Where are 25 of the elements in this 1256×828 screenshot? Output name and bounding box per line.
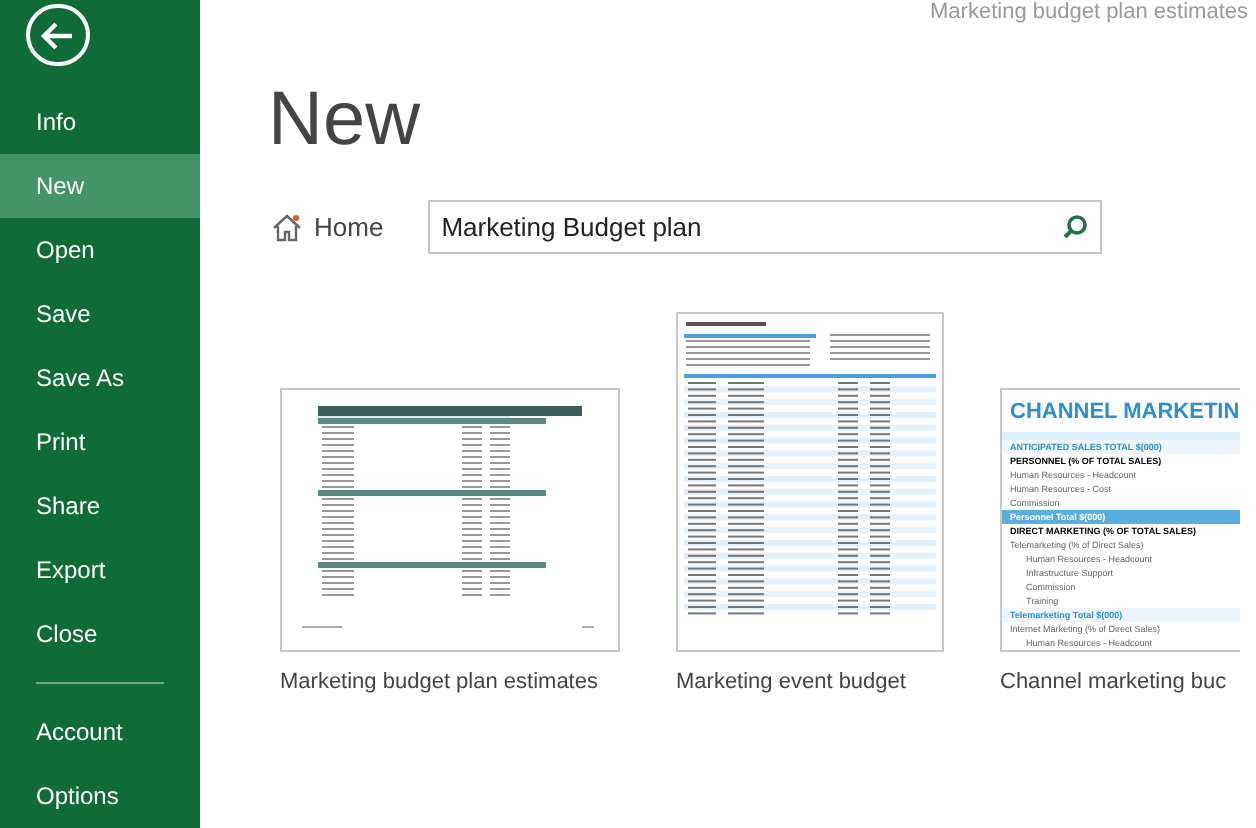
search-input[interactable]: Marketing Budget plan	[441, 207, 1062, 247]
sidebar-item[interactable]: Info	[0, 90, 200, 155]
search-icon[interactable]	[1061, 214, 1088, 240]
home-icon	[272, 213, 302, 241]
template-name[interactable]: Marketing event budget	[676, 666, 944, 699]
document-title: Marketing budget plan estimates	[930, 0, 1248, 24]
sidebar-item[interactable]: Export	[0, 538, 200, 603]
template-thumbnail[interactable]	[1000, 388, 1240, 652]
sidebar-item[interactable]: Account	[0, 700, 200, 764]
sidebar-item[interactable]: Options	[0, 764, 200, 828]
back-arrow-icon	[40, 21, 76, 50]
sidebar-item[interactable]: Close	[0, 602, 200, 667]
thumbnail-heading: CHANNEL MARKETIN	[1008, 400, 1240, 426]
sidebar-item[interactable]: Open	[0, 218, 200, 283]
sidebar-item[interactable]: New	[0, 154, 200, 219]
back-button[interactable]	[26, 4, 90, 67]
home-link[interactable]: Home	[272, 207, 384, 247]
sidebar-item[interactable]: Print	[0, 410, 200, 475]
search-field[interactable]: Marketing Budget plan	[427, 200, 1102, 254]
page-title: New	[268, 76, 423, 164]
sidebar-item[interactable]: Share	[0, 474, 200, 539]
template-name[interactable]: Channel marketing buc	[1000, 666, 1240, 699]
template-name[interactable]: Marketing budget plan estimates	[280, 666, 620, 699]
sidebar-item[interactable]: Save	[0, 282, 200, 347]
sidebar-item[interactable]: Save As	[0, 346, 200, 411]
